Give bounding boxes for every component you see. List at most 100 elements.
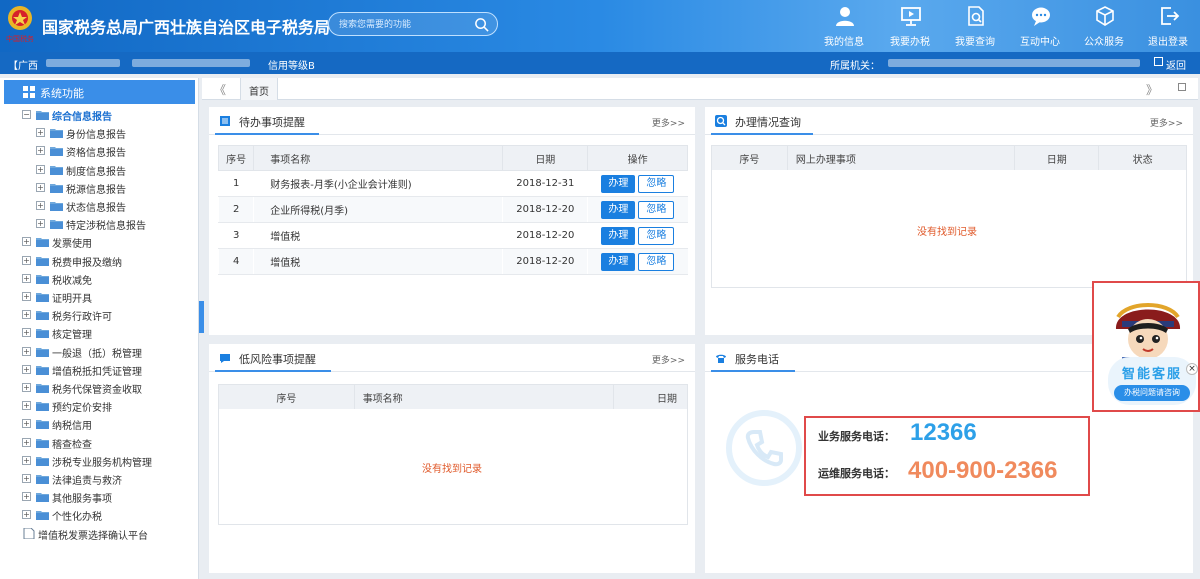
ignore-button[interactable]: 忽略 — [638, 226, 675, 245]
sidebar-tree-label: 其他服务事项 — [52, 494, 112, 506]
expand-icon[interactable]: + — [22, 328, 31, 338]
expand-icon[interactable]: + — [36, 164, 45, 174]
search-input[interactable] — [339, 17, 469, 32]
ignore-button[interactable]: 忽略 — [638, 252, 675, 271]
document-search-icon — [968, 6, 984, 26]
expand-icon[interactable]: + — [22, 401, 31, 411]
sidebar-collapse-handle[interactable] — [199, 301, 204, 333]
low-risk-table: 序号 事项名称 日期 — [218, 384, 688, 410]
back-icon[interactable] — [1154, 57, 1163, 66]
expand-icon[interactable]: + — [22, 437, 31, 447]
sidebar-tree-label: 制度信息报告 — [66, 166, 126, 178]
logo-text: 中国税务 — [6, 34, 34, 43]
nav-public-service[interactable]: 公众服务 — [1076, 0, 1132, 52]
status-more-link[interactable]: 更多>> — [1150, 116, 1183, 129]
table-row: 4 增值税 2018-12-20 办理 忽略 — [217, 248, 688, 275]
folder-icon — [36, 438, 49, 448]
expand-icon[interactable]: + — [22, 419, 31, 429]
sidebar-tree-item[interactable]: 增值税发票选择确认平台 — [0, 525, 199, 543]
folder-icon — [36, 329, 49, 339]
handle-button[interactable]: 办理 — [601, 174, 636, 193]
logout-icon — [1161, 7, 1180, 25]
search-icon[interactable] — [474, 17, 489, 32]
handle-button[interactable]: 办理 — [601, 226, 636, 245]
assistant-close-icon[interactable]: × — [1186, 363, 1198, 375]
tab-scroll-right[interactable]: 》 — [1146, 81, 1158, 98]
sidebar-tree-item[interactable]: + 涉税专业服务机构管理 — [0, 452, 199, 470]
expand-icon[interactable]: + — [22, 273, 31, 283]
tab-scroll-left[interactable]: 《 — [214, 81, 226, 98]
sidebar-tree-item[interactable]: + 其他服务事项 — [0, 488, 199, 506]
expand-icon[interactable]: + — [22, 292, 31, 301]
expand-icon[interactable]: + — [22, 474, 31, 483]
sidebar-tree-item[interactable]: + 稽查检查 — [0, 434, 199, 452]
folder-icon — [36, 311, 49, 321]
folder-icon — [36, 274, 49, 284]
expand-icon[interactable]: + — [22, 492, 31, 502]
sidebar-tree-item[interactable]: + 税源信息报告 — [0, 179, 199, 197]
sidebar-tree-item[interactable]: + 税务行政许可 — [0, 306, 199, 324]
expand-icon[interactable]: + — [36, 182, 45, 192]
sidebar-tree-item[interactable]: + 法律追责与救济 — [0, 470, 199, 488]
sidebar-tree-item[interactable]: + 证明开具 — [0, 288, 199, 306]
sidebar-tree-label: 发票使用 — [52, 239, 92, 251]
sidebar-tree-item[interactable]: + 预约定价安排 — [0, 397, 199, 415]
sidebar-tree-label: 一般退（抵）税管理 — [52, 348, 142, 360]
sidebar-tree-item[interactable]: + 纳税信用 — [0, 415, 199, 433]
sidebar-tree-item[interactable]: + 状态信息报告 — [0, 197, 199, 215]
smart-assistant-widget[interactable]: 智能客服 办税问题请咨询 × — [1092, 281, 1200, 412]
back-link[interactable]: 返回 — [1166, 57, 1186, 72]
expand-icon[interactable]: + — [22, 510, 31, 520]
search-box[interactable] — [328, 12, 498, 36]
sidebar-tree-item[interactable]: + 增值税抵扣凭证管理 — [0, 361, 199, 379]
sidebar-tree-item[interactable]: + 身份信息报告 — [0, 124, 199, 142]
handle-button[interactable]: 办理 — [601, 252, 636, 271]
sidebar: 系统功能 − 综合信息报告 + 身份信息报告 + 资格信息报告 + 制度信息报告 + 税源信息报告… — [0, 78, 199, 579]
assistant-bubble[interactable]: 智能客服 办税问题请咨询 — [1108, 357, 1196, 405]
expand-icon[interactable]: + — [22, 383, 31, 392]
status-query-table: 序号 网上办理事项 日期 状态 — [711, 145, 1187, 171]
expand-icon[interactable]: + — [22, 255, 31, 265]
assistant-subtitle: 办税问题请咨询 — [1114, 385, 1190, 401]
nav-query[interactable]: 我要查询 — [947, 0, 1003, 52]
sidebar-tree-label: 稽查检查 — [52, 439, 92, 451]
expand-icon[interactable]: + — [36, 201, 45, 210]
expand-icon[interactable]: + — [22, 364, 31, 374]
expand-icon[interactable]: + — [36, 128, 45, 138]
nav-logout[interactable]: 退出登录 — [1140, 0, 1196, 52]
sidebar-tree-item[interactable]: + 制度信息报告 — [0, 161, 199, 179]
todo-more-link[interactable]: 更多>> — [652, 116, 685, 129]
low-risk-more-link[interactable]: 更多>> — [652, 353, 685, 366]
sidebar-tree-label: 身份信息报告 — [66, 130, 126, 142]
expand-icon[interactable]: + — [22, 310, 31, 320]
tab-home[interactable]: 首页 — [240, 78, 278, 100]
sidebar-tree-item[interactable]: + 税务代保管资金收取 — [0, 379, 199, 397]
assistant-title: 智能客服 — [1121, 367, 1182, 382]
sidebar-tree-item[interactable]: + 一般退（抵）税管理 — [0, 343, 199, 361]
expand-icon[interactable]: + — [22, 346, 31, 356]
sidebar-tree-item[interactable]: + 特定涉税信息报告 — [0, 215, 199, 233]
folder-icon — [50, 220, 63, 230]
cell-item-name: 企业所得税(月季) — [253, 196, 503, 223]
ignore-button[interactable]: 忽略 — [638, 174, 675, 193]
ignore-button[interactable]: 忽略 — [638, 200, 675, 219]
expand-icon[interactable]: + — [22, 237, 31, 247]
monitor-icon — [901, 7, 921, 26]
sidebar-tree-label: 法律追责与救济 — [52, 476, 122, 487]
sidebar-tree-item[interactable]: + 资格信息报告 — [0, 142, 199, 160]
nav-interaction[interactable]: 互动中心 — [1012, 0, 1068, 52]
handle-button[interactable]: 办理 — [601, 200, 636, 219]
sidebar-tree-item[interactable]: + 个性化办税 — [0, 506, 199, 524]
sidebar-tree-item[interactable]: − 综合信息报告 — [0, 106, 199, 124]
expand-icon[interactable]: + — [36, 146, 45, 156]
tab-menu-icon[interactable] — [1178, 83, 1186, 91]
sidebar-tree-item[interactable]: + 发票使用 — [0, 233, 199, 251]
nav-my-info[interactable]: 我的信息 — [816, 0, 872, 52]
sidebar-tree-item[interactable]: + 税费申报及缴纳 — [0, 252, 199, 270]
expand-icon[interactable]: + — [22, 455, 31, 465]
nav-do-tax[interactable]: 我要办税 — [882, 0, 938, 52]
sidebar-tree-item[interactable]: + 税收减免 — [0, 270, 199, 288]
sidebar-tree-item[interactable]: + 核定管理 — [0, 324, 199, 342]
expand-icon[interactable]: + — [36, 219, 45, 229]
collapse-icon[interactable]: − — [22, 110, 31, 119]
